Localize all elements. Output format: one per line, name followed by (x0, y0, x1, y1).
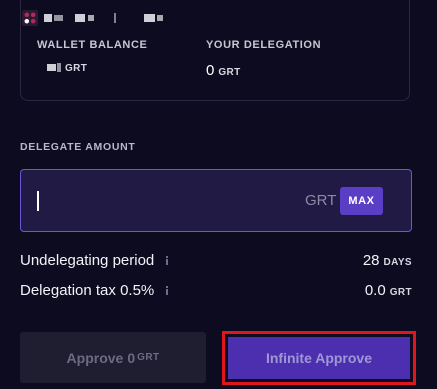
address-redacted-block-7 (157, 15, 163, 21)
delegation-unit: GRT (218, 67, 241, 78)
undelegating-period-row: Undelegating period 28 DAYS (20, 250, 412, 270)
info-icon[interactable] (164, 285, 170, 295)
address-redacted-block-6 (144, 14, 155, 22)
approve-unit: GRT (137, 352, 160, 363)
approve-label: Approve (66, 349, 124, 366)
wallet-avatar-icon (22, 10, 38, 26)
delegate-amount-label: DELEGATE AMOUNT (20, 141, 136, 153)
delegation-tax-unit: GRT (389, 286, 412, 298)
text-caret (37, 191, 39, 211)
delegation-tax-row: Delegation tax 0.5% 0.0 GRT (20, 280, 412, 300)
address-redacted-block-4 (88, 15, 94, 21)
undelegating-period-value: 28 (362, 251, 380, 269)
address-redacted-block-1 (44, 14, 52, 22)
delegation-tax-value: 0.0 (364, 281, 386, 299)
wallet-address (22, 9, 163, 27)
undelegating-period-label: Undelegating period (20, 251, 155, 269)
infinite-approve-highlight: Infinite Approve (222, 331, 416, 385)
max-button[interactable]: MAX (340, 187, 383, 215)
your-delegation-value: 0 GRT (206, 62, 241, 79)
balance-redacted-icon (47, 63, 61, 72)
approve-amount: 0 (127, 349, 136, 366)
address-redacted-block-3 (75, 14, 85, 22)
wallet-balance-label: WALLET BALANCE (37, 39, 148, 51)
delegation-tax-label: Delegation tax 0.5% (20, 281, 155, 299)
amount-unit-label: GRT (305, 192, 337, 209)
address-redacted-block-5 (114, 13, 116, 23)
wallet-balance-unit: GRT (65, 63, 88, 74)
delegate-amount-field[interactable]: GRT MAX (20, 169, 412, 232)
undelegating-period-unit: DAYS (383, 256, 412, 268)
delegate-amount-input[interactable] (43, 184, 297, 220)
approve-button[interactable]: Approve 0 GRT (20, 332, 206, 383)
wallet-balance-value: GRT (47, 63, 87, 74)
infinite-approve-button[interactable]: Infinite Approve (228, 337, 410, 379)
delegation-amount: 0 (206, 62, 215, 79)
info-icon[interactable] (164, 255, 170, 265)
address-redacted-block-2 (54, 15, 63, 21)
your-delegation-label: YOUR DELEGATION (206, 39, 322, 51)
